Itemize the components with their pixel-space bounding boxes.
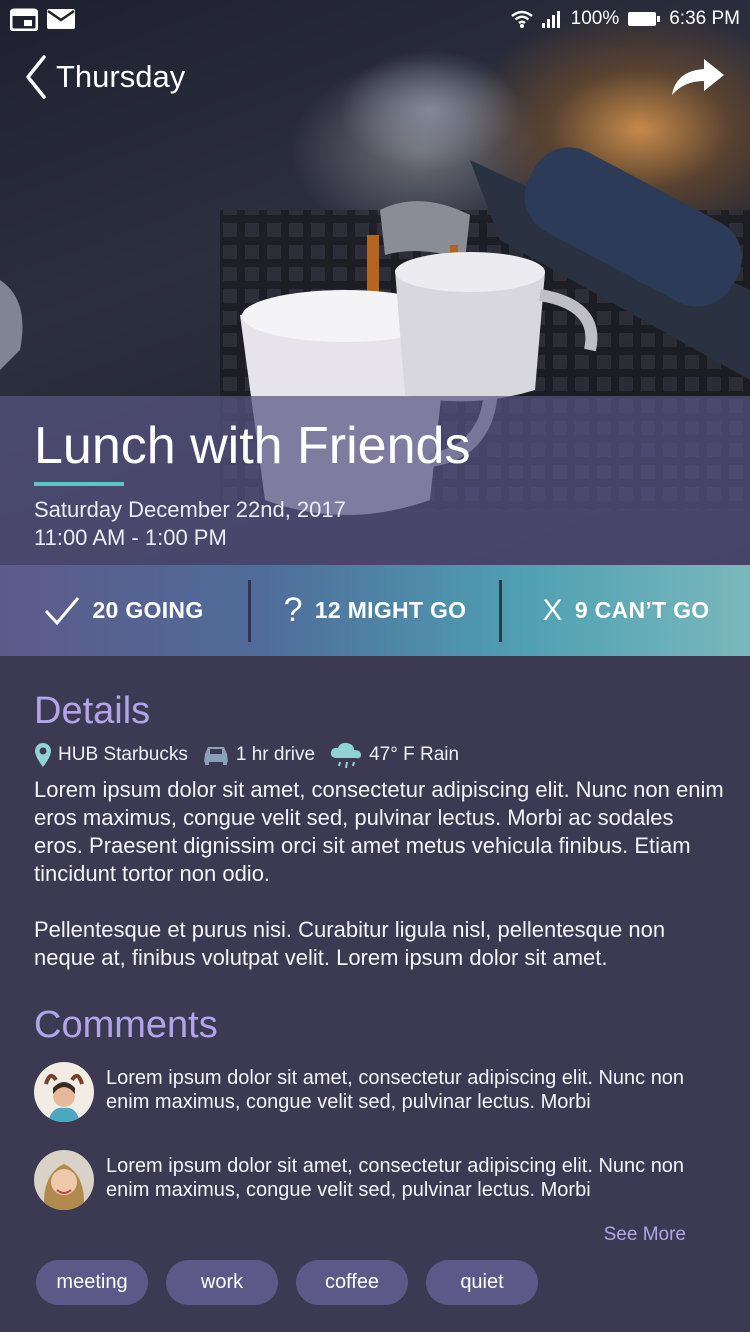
event-date: Saturday December 22nd, 2017: [34, 497, 346, 522]
event-content: Details HUB Starbucks 1 hr drive 47° F R…: [34, 688, 724, 1246]
rsvp-bar: 20 GOING ? 12 MIGHT GO X 9 CAN’T GO: [0, 565, 750, 656]
checkmark-icon: [45, 596, 80, 625]
tag-chip[interactable]: coffee: [296, 1260, 408, 1305]
tag-chip[interactable]: quiet: [426, 1260, 538, 1305]
battery-percent: 100%: [570, 8, 620, 29]
avatar-image: [34, 1062, 94, 1122]
rsvp-cant-go-button[interactable]: X 9 CAN’T GO: [499, 579, 750, 642]
rsvp-might-go-label: 12 MIGHT GO: [314, 597, 467, 623]
comment-text: Lorem ipsum dolor sit amet, consectetur …: [106, 1155, 685, 1201]
tag-chip[interactable]: meeting: [36, 1260, 148, 1305]
rsvp-might-go-button[interactable]: ? 12 MIGHT GO: [248, 579, 499, 642]
rsvp-going-button[interactable]: 20 GOING: [0, 580, 248, 642]
comment-item: Lorem ipsum dolor sit amet, consectetur …: [34, 1062, 724, 1122]
details-meta: HUB Starbucks 1 hr drive 47° F Rain: [34, 740, 724, 770]
comment-item: Lorem ipsum dolor sit amet, consectetur …: [34, 1150, 724, 1210]
event-title: Lunch with Friends: [34, 417, 471, 475]
signal-icon: [541, 11, 560, 28]
share-icon[interactable]: [670, 57, 726, 97]
status-bar: 100% 6:36 PM: [0, 0, 750, 38]
tag-chip[interactable]: work: [166, 1260, 278, 1305]
battery-icon: [628, 12, 661, 26]
details-title: Details: [34, 690, 151, 732]
calendar-icon: [10, 8, 38, 31]
avatar-image: [34, 1150, 94, 1210]
drive-label: 1 hr drive: [235, 744, 316, 765]
title-underline: [34, 482, 124, 486]
weather-label: 47° F Rain: [369, 744, 460, 765]
mail-icon: [47, 9, 75, 29]
rain-cloud-icon: [330, 742, 362, 769]
question-icon: ?: [283, 591, 303, 629]
rsvp-cant-go-label: 9 CAN’T GO: [574, 597, 710, 623]
back-button[interactable]: Thursday: [24, 54, 185, 100]
back-label: Thursday: [56, 59, 186, 94]
status-system: 100% 6:36 PM: [510, 8, 740, 30]
status-notifications: [10, 7, 76, 31]
comment-text: Lorem ipsum dolor sit amet, consectetur …: [106, 1067, 685, 1113]
clock: 6:36 PM: [669, 8, 740, 29]
tag-list: meeting work coffee quiet: [36, 1260, 538, 1305]
top-nav: Thursday: [0, 46, 750, 108]
avatar[interactable]: [34, 1062, 94, 1122]
rsvp-going-label: 20 GOING: [92, 597, 204, 623]
comments-title: Comments: [34, 1004, 218, 1046]
wifi-icon: [510, 10, 533, 28]
car-icon: [203, 747, 228, 765]
avatar[interactable]: [34, 1150, 94, 1210]
event-header: Lunch with Friends Saturday December 22n…: [0, 396, 750, 565]
drive-info: 1 hr drive: [202, 744, 315, 766]
details-paragraph: Lorem ipsum dolor sit amet, consectetur …: [34, 777, 724, 886]
x-icon: X: [542, 593, 563, 627]
event-time: 11:00 AM - 1:00 PM: [34, 525, 227, 550]
location-label: HUB Starbucks: [58, 744, 188, 765]
location-pin-icon: [35, 743, 51, 767]
see-more-link[interactable]: See More: [34, 1224, 724, 1246]
details-paragraph: Pellentesque et purus nisi. Curabitur li…: [34, 917, 666, 970]
location-info[interactable]: HUB Starbucks: [34, 742, 188, 768]
chevron-left-icon: [26, 55, 46, 99]
weather-info: 47° F Rain: [329, 740, 459, 770]
